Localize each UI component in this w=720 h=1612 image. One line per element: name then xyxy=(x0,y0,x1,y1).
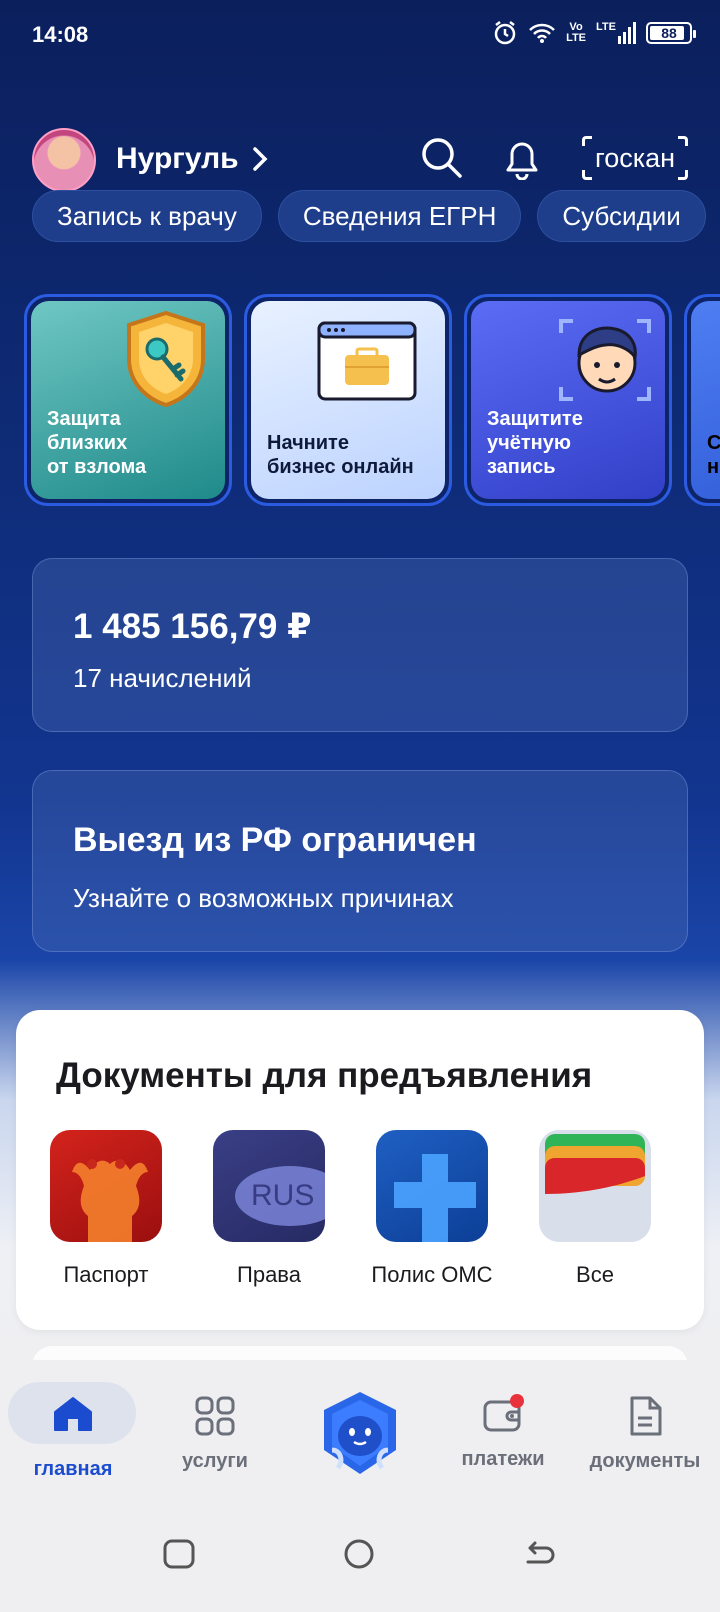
story-card[interactable]: Начните бизнес онлайн xyxy=(244,294,452,506)
system-nav-bar xyxy=(0,1500,720,1612)
user-name[interactable]: Нургуль xyxy=(116,142,239,176)
document-icon xyxy=(630,1396,662,1436)
doc-all[interactable]: Все xyxy=(525,1130,665,1288)
chip-egrn[interactable]: Сведения ЕГРН xyxy=(277,190,522,242)
nav-services[interactable]: услуги xyxy=(150,1382,280,1482)
status-time: 14:08 xyxy=(32,22,89,47)
bell-icon[interactable] xyxy=(502,136,542,180)
wifi-icon xyxy=(529,23,555,43)
nav-documents-label: документы xyxy=(589,1450,701,1472)
charges-amount: 1 485 156,79 ₽ xyxy=(73,607,312,646)
header: Нургуль госкан xyxy=(0,124,720,196)
goscan-button[interactable]: госкан xyxy=(582,136,688,180)
chevron-right-icon[interactable] xyxy=(252,146,268,172)
story-card[interactable]: Защита близких от взлома xyxy=(24,294,232,506)
documents-panel: Документы для предъявления Паспорт RUS П… xyxy=(16,1010,704,1330)
signal-icon xyxy=(618,22,636,44)
bottom-nav: главная услуги платежи документы xyxy=(0,1360,720,1500)
chip-subsidies[interactable]: Субсидии xyxy=(537,190,706,242)
story-text: Начните бизнес онлайн xyxy=(267,432,414,478)
medical-cross-icon xyxy=(394,1154,476,1242)
robot-assistant-icon xyxy=(324,1392,396,1474)
doc-passport[interactable]: Паспорт xyxy=(36,1130,176,1288)
nav-services-label: услуги xyxy=(182,1450,248,1472)
wallet-cards-icon xyxy=(545,1134,645,1194)
recents-button-icon[interactable] xyxy=(162,1538,196,1570)
nav-payments-label: платежи xyxy=(461,1448,545,1470)
volte-label: Vo LTE xyxy=(566,21,587,44)
story-text: Защитите учётную запись xyxy=(487,408,583,478)
battery-icon: 88 xyxy=(646,22,696,44)
quick-chips: Запись к врачу Сведения ЕГРН Субсидии xyxy=(32,190,706,242)
doc-label: Права xyxy=(237,1262,301,1287)
nav-home[interactable]: главная xyxy=(8,1382,138,1482)
goscan-label: госкан xyxy=(594,142,676,173)
all-docs-tile xyxy=(539,1130,651,1242)
story-text: Защита близких от взлома xyxy=(47,408,147,478)
home-icon xyxy=(54,1397,92,1431)
face-scan-icon xyxy=(559,319,651,401)
status-icons: Vo LTE LTE 88 xyxy=(492,20,696,46)
lte-label: LTE xyxy=(596,21,616,33)
nav-documents[interactable]: документы xyxy=(580,1382,710,1482)
oms-tile xyxy=(376,1130,488,1242)
charges-card[interactable]: 1 485 156,79 ₽ 17 начислений xyxy=(32,558,688,732)
status-bar: 14:08 Vo LTE LTE 88 xyxy=(0,0,720,72)
stories-row: Защита близких от взлома Начните бизнес … xyxy=(24,294,720,506)
rus-text: RUS xyxy=(251,1179,315,1212)
signal-group: LTE xyxy=(596,22,636,44)
license-tile: RUS xyxy=(213,1130,325,1242)
eagle-icon xyxy=(72,1159,148,1242)
doc-label: Все xyxy=(576,1262,614,1287)
doc-label: Паспорт xyxy=(63,1262,149,1287)
home-screen: 14:08 Vo LTE LTE 88 Нургуль госкан Запис… xyxy=(0,0,720,1612)
back-button-icon[interactable] xyxy=(522,1538,556,1570)
travel-restriction-card[interactable]: Выезд из РФ ограничен Узнайте о возможны… xyxy=(32,770,688,952)
story-card[interactable]: С н xyxy=(684,294,720,506)
nav-assistant[interactable] xyxy=(300,1390,420,1490)
briefcase-window-icon xyxy=(317,321,417,401)
documents-title: Документы для предъявления xyxy=(56,1056,593,1095)
avatar[interactable] xyxy=(32,128,96,192)
travel-restriction-title: Выезд из РФ ограничен xyxy=(73,821,477,859)
battery-level: 88 xyxy=(661,25,677,41)
rus-oval: RUS xyxy=(235,1166,325,1226)
notification-dot xyxy=(510,1394,524,1408)
nav-payments[interactable]: платежи xyxy=(438,1382,568,1482)
doc-license[interactable]: RUS Права xyxy=(199,1130,339,1288)
passport-tile xyxy=(50,1130,162,1242)
grid-icon xyxy=(195,1396,235,1436)
doc-label: Полис ОМС xyxy=(371,1262,493,1287)
charges-count: 17 начислений xyxy=(73,663,252,693)
story-card[interactable]: Защитите учётную запись xyxy=(464,294,672,506)
nav-home-label: главная xyxy=(33,1458,113,1480)
doc-oms[interactable]: Полис ОМС xyxy=(362,1130,502,1288)
shield-key-icon xyxy=(127,310,205,408)
story-text: С н xyxy=(707,432,720,478)
home-button-icon[interactable] xyxy=(342,1538,376,1570)
alarm-icon xyxy=(494,21,516,45)
search-icon[interactable] xyxy=(420,136,464,180)
travel-restriction-subtitle: Узнайте о возможных причинах xyxy=(73,883,454,913)
chip-doctor[interactable]: Запись к врачу xyxy=(32,190,262,242)
